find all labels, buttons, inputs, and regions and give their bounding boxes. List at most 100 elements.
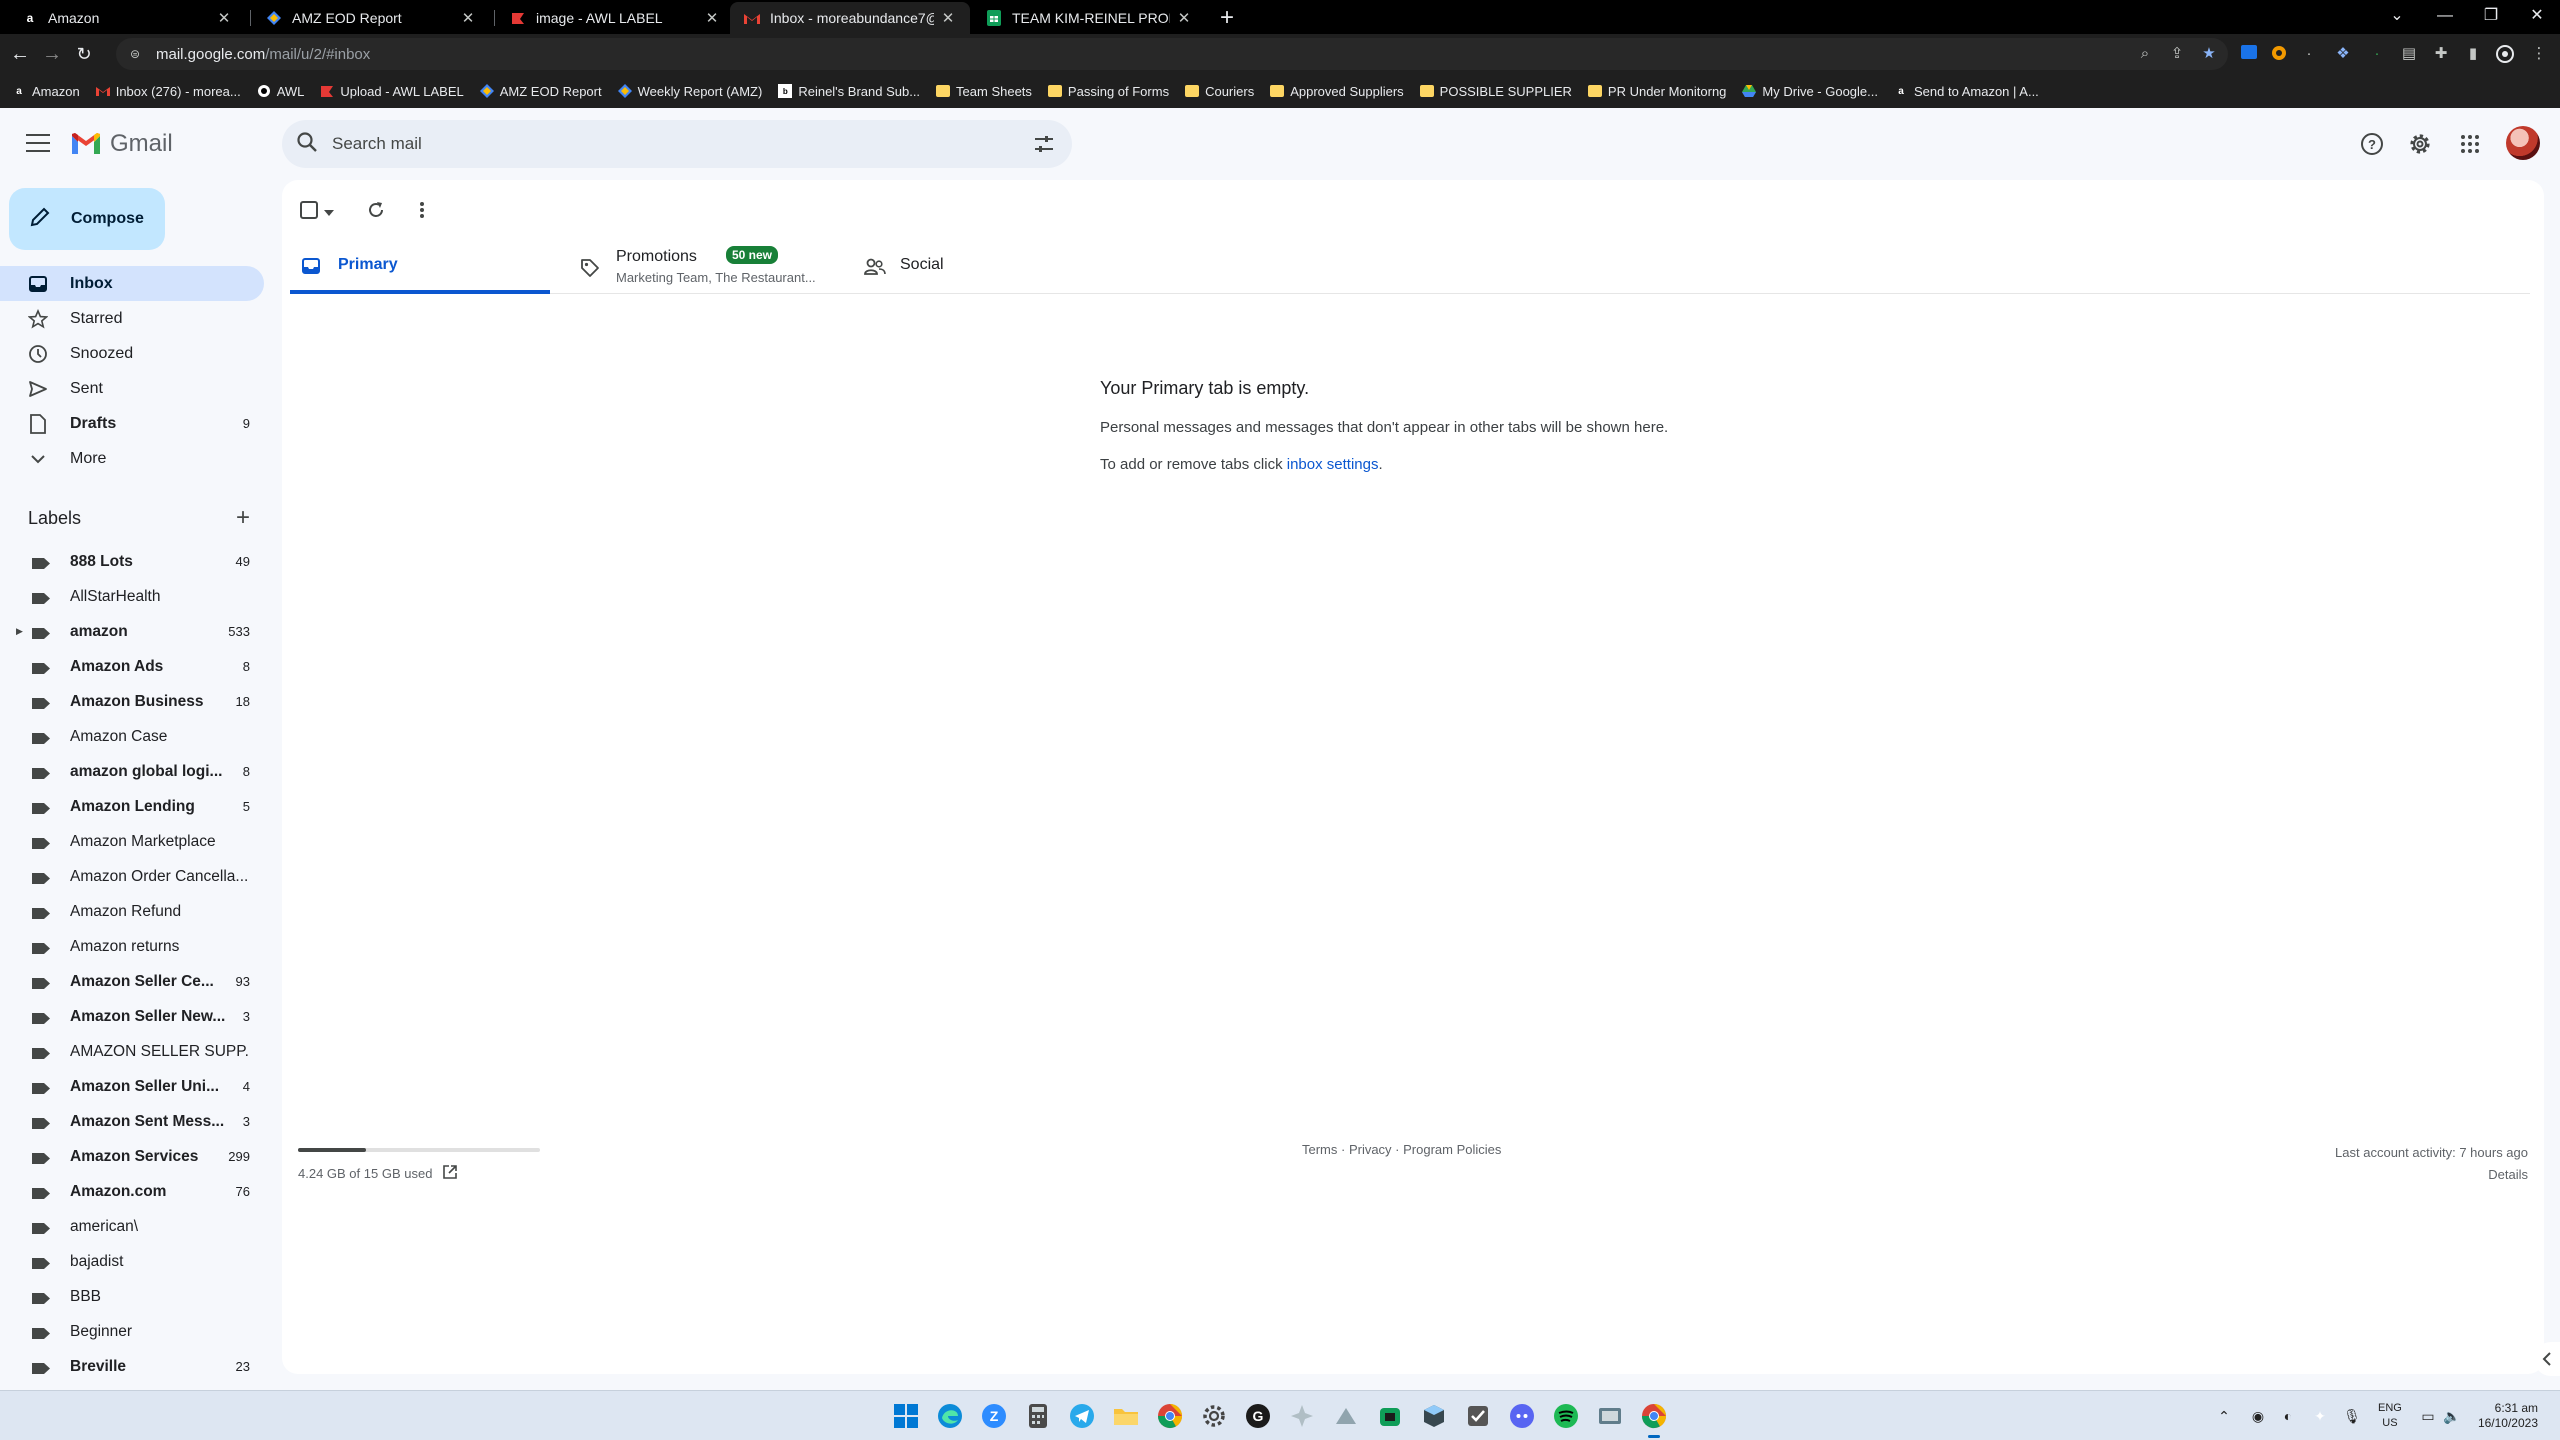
label-item[interactable]: BBB [0, 1279, 264, 1314]
label-item[interactable]: Amazon Refund [0, 894, 264, 929]
file-explorer-icon[interactable] [1112, 1402, 1140, 1430]
apps-grid-icon[interactable] [2456, 130, 2484, 158]
compose-button[interactable]: Compose [9, 188, 165, 250]
label-item[interactable]: ▶ amazon 533 [0, 614, 264, 649]
steam-icon[interactable]: ◉ [2248, 1406, 2268, 1426]
label-item[interactable]: Amazon Marketplace [0, 824, 264, 859]
browser-tab-awl-label[interactable]: image - AWL LABEL ✕ [496, 2, 734, 34]
label-item[interactable]: Amazon Order Cancella... [0, 859, 264, 894]
app-icon[interactable] [1288, 1402, 1316, 1430]
label-item[interactable]: Amazon.com 76 [0, 1174, 264, 1209]
label-item[interactable]: Amazon Sent Mess... 3 [0, 1104, 264, 1139]
label-item[interactable]: Amazon Seller Uni... 4 [0, 1069, 264, 1104]
chrome-icon[interactable] [1156, 1402, 1184, 1430]
add-label-button[interactable]: + [236, 506, 250, 530]
label-item[interactable]: Amazon Ads 8 [0, 649, 264, 684]
nav-item-starred[interactable]: Starred [0, 301, 264, 336]
nav-item-sent[interactable]: Sent [0, 371, 264, 406]
browser-tab-amazon[interactable]: a Amazon ✕ [8, 2, 246, 34]
tray-app-icon[interactable]: ✦ [2310, 1406, 2330, 1426]
bookmark-item[interactable]: AWL [257, 84, 304, 99]
calculator-icon[interactable] [1024, 1402, 1052, 1430]
account-avatar[interactable] [2506, 126, 2540, 160]
close-window-icon[interactable]: ✕ [2522, 4, 2552, 28]
main-menu-icon[interactable] [26, 134, 50, 154]
reload-icon[interactable]: ↻ [72, 42, 96, 66]
bookmark-item[interactable]: a Amazon [12, 84, 79, 99]
search-options-icon[interactable] [1032, 132, 1056, 161]
edge-icon[interactable] [936, 1402, 964, 1430]
bookmark-item[interactable]: Weekly Report (AMZ) [617, 84, 762, 99]
app-icon[interactable] [1596, 1402, 1624, 1430]
label-item[interactable]: Amazon Seller New... 3 [0, 999, 264, 1034]
gmail-logo[interactable]: Gmail [70, 130, 173, 158]
footer-links[interactable]: Terms · Privacy · Program Policies [1302, 1142, 1501, 1157]
extension-icon[interactable]: ❖ [2334, 45, 2352, 63]
close-icon[interactable]: ✕ [704, 9, 720, 27]
label-item[interactable]: american\ [0, 1209, 264, 1244]
restore-icon[interactable]: ❐ [2476, 4, 2506, 28]
label-item[interactable]: bajadist [0, 1244, 264, 1279]
new-tab-button[interactable]: + [1213, 4, 1241, 32]
side-panel-toggle[interactable] [2534, 1342, 2560, 1376]
bookmark-item[interactable]: Upload - AWL LABEL [320, 84, 464, 99]
inbox-settings-link[interactable]: inbox settings [1287, 456, 1379, 473]
search-input[interactable] [332, 134, 992, 154]
label-item[interactable]: Amazon Services 299 [0, 1139, 264, 1174]
label-item[interactable]: Amazon Case [0, 719, 264, 754]
extension-icon[interactable]: · [2368, 45, 2386, 63]
close-icon[interactable]: ✕ [460, 9, 476, 27]
tray-overflow-icon[interactable]: ⌃ [2214, 1406, 2234, 1426]
nav-item-more[interactable]: More [0, 441, 264, 476]
bookmark-item[interactable]: a Send to Amazon | A... [1894, 84, 2039, 99]
bookmark-item[interactable]: My Drive - Google... [1742, 84, 1878, 99]
label-item[interactable]: Amazon Business 18 [0, 684, 264, 719]
bookmark-item[interactable]: Passing of Forms [1047, 84, 1169, 99]
settings-app-icon[interactable] [1200, 1402, 1228, 1430]
app-icon[interactable] [1376, 1402, 1404, 1430]
browser-tab-gmail-inbox[interactable]: Inbox - moreabundance7@gmail.com ✕ [730, 2, 970, 34]
label-item[interactable]: AMAZON SELLER SUPP... [0, 1034, 264, 1069]
side-panel-icon[interactable]: ▮ [2464, 45, 2482, 63]
extensions-puzzle-icon[interactable]: ✚ [2432, 45, 2450, 63]
back-icon[interactable]: ← [8, 42, 32, 66]
details-link[interactable]: Details [2335, 1164, 2528, 1186]
extension-icon[interactable] [2270, 45, 2288, 63]
network-icon[interactable]: ▭ [2418, 1406, 2438, 1426]
browser-tab-profit-sheet[interactable]: TEAM KIM-REINEL PROFIT SHEET ✕ [972, 2, 1206, 34]
extension-icon[interactable]: · [2300, 45, 2318, 63]
label-item[interactable]: 888 Lots 49 [0, 544, 264, 579]
browser-tab-amz-eod[interactable]: AMZ EOD Report ✕ [252, 2, 490, 34]
tab-promotions[interactable]: Promotions 50 new Marketing Team, The Re… [572, 236, 832, 294]
menu-icon[interactable]: ⋮ [2530, 45, 2548, 63]
close-icon[interactable]: ✕ [216, 9, 232, 27]
help-icon[interactable]: ? [2358, 130, 2386, 158]
tab-primary[interactable]: Primary [290, 236, 550, 294]
bookmark-item[interactable]: Inbox (276) - morea... [95, 84, 241, 99]
app-icon[interactable] [1332, 1402, 1360, 1430]
volume-icon[interactable]: 🔈 [2442, 1406, 2462, 1426]
extension-icon[interactable]: ▤ [2400, 45, 2418, 63]
tray-app-icon[interactable]: ◐ [2278, 1406, 2298, 1426]
app-icon[interactable]: G [1244, 1402, 1272, 1430]
label-item[interactable]: Amazon Lending 5 [0, 789, 264, 824]
select-all-checkbox[interactable] [300, 200, 318, 224]
share-icon[interactable]: ⇪ [2168, 45, 2186, 63]
refresh-icon[interactable] [366, 200, 386, 225]
label-item[interactable]: Amazon returns [0, 929, 264, 964]
address-bar[interactable]: ⊜ mail.google.com/mail/u/2/#inbox [116, 38, 2228, 70]
bookmark-item[interactable]: POSSIBLE SUPPLIER [1419, 84, 1572, 99]
bookmark-item[interactable]: Team Sheets [936, 84, 1032, 99]
tab-social[interactable]: Social [856, 236, 1056, 294]
minimize-icon[interactable]: — [2430, 4, 2460, 28]
app-icon[interactable] [1420, 1402, 1448, 1430]
settings-gear-icon[interactable] [2406, 130, 2434, 158]
bookmark-item[interactable]: PR Under Monitorng [1587, 84, 1726, 99]
close-icon[interactable]: ✕ [940, 9, 956, 27]
bookmark-star-icon[interactable]: ★ [2200, 45, 2218, 63]
label-item[interactable]: Amazon Seller Ce... 93 [0, 964, 264, 999]
microphone-icon[interactable]: 🎙 [2342, 1406, 2362, 1426]
select-dropdown-icon[interactable] [324, 203, 334, 221]
zoom-icon[interactable]: ⌕ [2136, 45, 2154, 63]
system-clock[interactable]: 6:31 am 16/10/2023 [2470, 1401, 2538, 1431]
